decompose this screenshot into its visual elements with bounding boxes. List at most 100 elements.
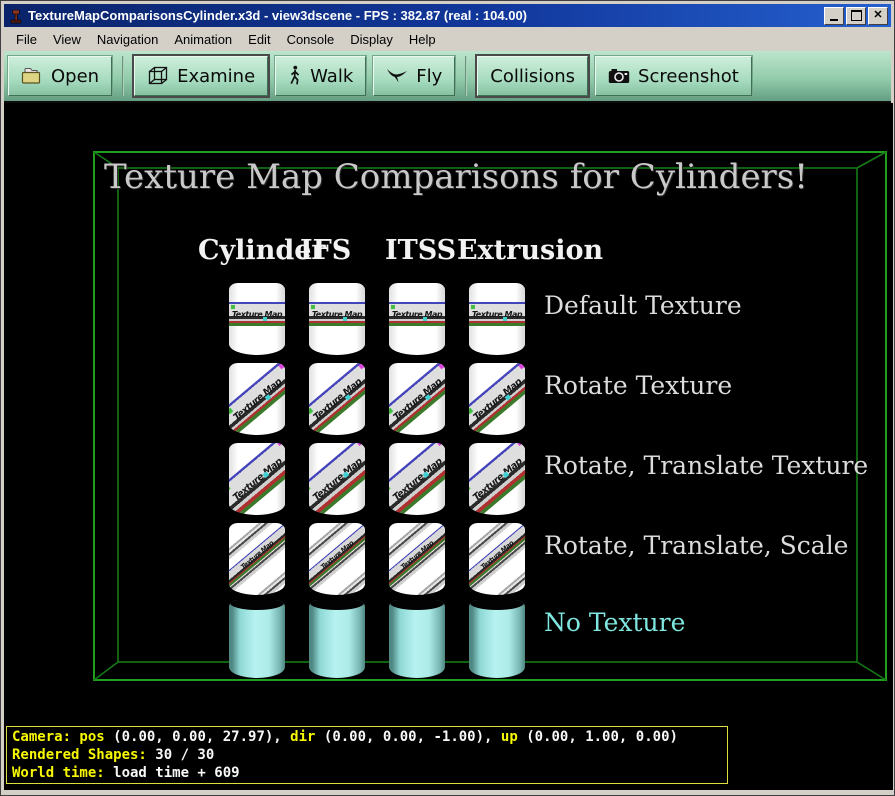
texture-map-label: Texture Map bbox=[399, 539, 435, 571]
menu-item-navigation[interactable]: Navigation bbox=[89, 30, 166, 49]
toolbar-button-label: Screenshot bbox=[638, 66, 739, 87]
status-segment: load time + 609 bbox=[105, 765, 240, 781]
cylinder-thumbnail: Texture Map bbox=[309, 523, 365, 595]
cylinder-thumbnail: Texture Map bbox=[469, 523, 525, 595]
fly-icon bbox=[386, 68, 408, 84]
toolbar-button-label: Collisions bbox=[490, 66, 575, 87]
cylinder-thumbnail: Texture Map bbox=[229, 283, 285, 355]
toolbar-button-fly[interactable]: Fly bbox=[373, 56, 455, 96]
texture-map-label: Texture Map bbox=[230, 455, 283, 502]
toolbar-button-open[interactable]: Open bbox=[8, 56, 112, 96]
status-segment: (0.00, 0.00, -1.00), bbox=[324, 729, 501, 745]
toolbar: Open Examine Walk Fly Collisions Screenshot bbox=[4, 51, 891, 103]
toolbar-button-screenshot[interactable]: Screenshot bbox=[595, 56, 752, 96]
menu-item-display[interactable]: Display bbox=[342, 30, 401, 49]
cylinder-thumbnail: Texture Map bbox=[469, 283, 525, 355]
cylinder-thumbnail: Texture Map bbox=[389, 363, 445, 435]
cylinder-thumbnail bbox=[309, 600, 365, 678]
status-overlay: Camera: pos (0.00, 0.00, 27.97), dir (0.… bbox=[6, 726, 728, 784]
status-segment: Camera: pos bbox=[12, 729, 113, 745]
menu-item-console[interactable]: Console bbox=[279, 30, 343, 49]
row-label: Rotate, Translate, Scale bbox=[544, 531, 848, 560]
minimize-button[interactable] bbox=[824, 7, 844, 25]
texture-band: Texture Map bbox=[229, 363, 285, 435]
texture-map-label: Texture Map bbox=[479, 539, 515, 571]
texture-band: Texture Map bbox=[309, 523, 365, 587]
texture-map-label: Texture Map bbox=[311, 376, 363, 422]
texture-map-label: Texture Map bbox=[239, 539, 275, 571]
row-label: Rotate, Translate Texture bbox=[544, 451, 868, 480]
texture-map-label: Texture Map bbox=[392, 310, 442, 319]
status-segment: World time: bbox=[12, 765, 105, 781]
menu-item-edit[interactable]: Edit bbox=[240, 30, 278, 49]
texture-band: Texture Map bbox=[469, 363, 525, 435]
scene-title: Texture Map Comparisons for Cylinders! bbox=[104, 157, 808, 197]
texture-band: Texture Map bbox=[389, 363, 445, 435]
menu-item-view[interactable]: View bbox=[45, 30, 89, 49]
texture-band: Texture Map bbox=[469, 523, 525, 587]
texture-band: Texture Map bbox=[309, 302, 365, 326]
status-segment: dir bbox=[290, 729, 324, 745]
status-line: Rendered Shapes: 30 / 30 bbox=[12, 746, 722, 764]
texture-map-label: Texture Map bbox=[319, 539, 355, 571]
texture-band: Texture Map bbox=[469, 443, 525, 515]
cylinder-thumbnail: Texture Map bbox=[469, 363, 525, 435]
camera-icon bbox=[608, 68, 630, 84]
toolbar-separator bbox=[465, 56, 467, 96]
menu-item-file[interactable]: File bbox=[8, 30, 45, 49]
cube-icon bbox=[147, 65, 169, 87]
walk-icon bbox=[288, 65, 302, 87]
toolbar-separator bbox=[122, 56, 124, 96]
texture-band: Texture Map bbox=[229, 443, 285, 515]
texture-band: Texture Map bbox=[389, 443, 445, 515]
status-segment: 30 / 30 bbox=[147, 747, 214, 763]
texture-band: Texture Map bbox=[469, 302, 525, 326]
texture-band: Texture Map bbox=[389, 523, 445, 587]
status-segment: (0.00, 0.00, 27.97), bbox=[113, 729, 290, 745]
cylinder-thumbnail bbox=[469, 600, 525, 678]
texture-band: Texture Map bbox=[389, 302, 445, 326]
menu-bar: FileViewNavigationAnimationEditConsoleDi… bbox=[4, 27, 891, 51]
menu-item-animation[interactable]: Animation bbox=[166, 30, 240, 49]
texture-band: Texture Map bbox=[309, 363, 365, 435]
cylinder-thumbnail: Texture Map bbox=[229, 523, 285, 595]
toolbar-button-examine[interactable]: Examine bbox=[134, 56, 268, 96]
maximize-button[interactable] bbox=[846, 7, 866, 25]
toolbar-button-label: Examine bbox=[177, 66, 255, 87]
column-header-extrusion: Extrusion bbox=[457, 235, 603, 266]
toolbar-button-label: Fly bbox=[416, 66, 442, 87]
toolbar-button-label: Walk bbox=[310, 66, 353, 87]
texture-map-label: Texture Map bbox=[470, 455, 523, 502]
status-segment: (0.00, 1.00, 0.00) bbox=[526, 729, 678, 745]
app-window: TextureMapComparisonsCylinder.x3d - view… bbox=[0, 0, 895, 796]
bounding-box-wireframe bbox=[4, 103, 893, 790]
column-header-itss: ITSS bbox=[385, 235, 456, 266]
texture-map-label: Texture Map bbox=[310, 455, 363, 502]
3d-viewport[interactable]: Texture Map Comparisons for Cylinders! C… bbox=[4, 103, 893, 790]
close-button[interactable]: ✕ bbox=[868, 7, 888, 25]
cylinder-thumbnail: Texture Map bbox=[469, 443, 525, 515]
title-bar[interactable]: TextureMapComparisonsCylinder.x3d - view… bbox=[4, 4, 891, 27]
texture-band: Texture Map bbox=[229, 302, 285, 326]
toolbar-button-collisions[interactable]: Collisions bbox=[477, 56, 588, 96]
cylinder-thumbnail bbox=[389, 600, 445, 678]
menu-item-help[interactable]: Help bbox=[401, 30, 444, 49]
cylinder-thumbnail: Texture Map bbox=[229, 363, 285, 435]
cylinder-thumbnail: Texture Map bbox=[389, 523, 445, 595]
toolbar-button-label: Open bbox=[51, 66, 99, 87]
close-icon: ✕ bbox=[873, 10, 882, 21]
status-line: World time: load time + 609 bbox=[12, 764, 722, 782]
toolbar-button-walk[interactable]: Walk bbox=[275, 56, 366, 96]
row-label: Default Texture bbox=[544, 291, 742, 320]
cylinder-thumbnail: Texture Map bbox=[389, 283, 445, 355]
cylinder-thumbnail: Texture Map bbox=[309, 283, 365, 355]
texture-band: Texture Map bbox=[309, 443, 365, 515]
row-label: Rotate Texture bbox=[544, 371, 732, 400]
minimize-icon bbox=[830, 19, 838, 21]
texture-map-label: Texture Map bbox=[232, 310, 282, 319]
texture-map-label: Texture Map bbox=[471, 376, 523, 422]
maximize-icon bbox=[851, 10, 862, 21]
cylinder-thumbnail: Texture Map bbox=[309, 363, 365, 435]
status-segment: up bbox=[501, 729, 526, 745]
cylinder-thumbnail: Texture Map bbox=[309, 443, 365, 515]
